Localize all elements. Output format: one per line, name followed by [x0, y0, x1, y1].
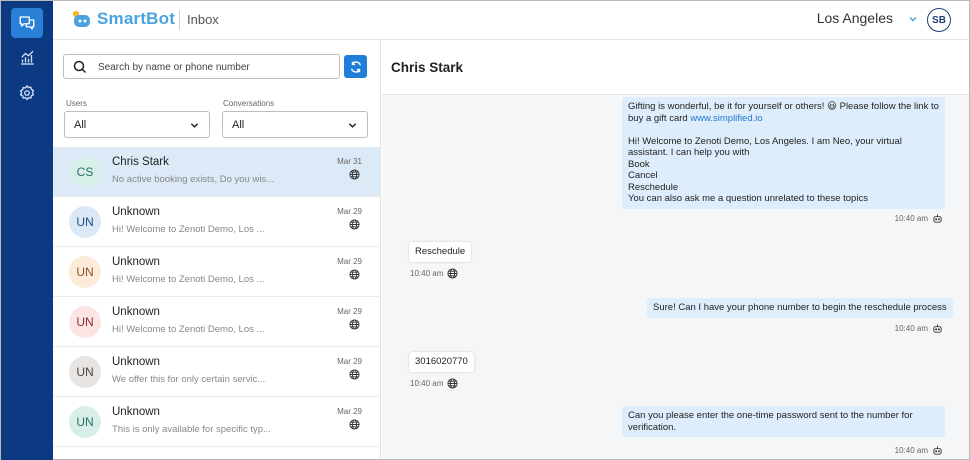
message-meta: 10:40 am — [895, 323, 943, 334]
globe-icon — [447, 378, 458, 389]
contact-avatar: UN — [69, 306, 101, 338]
conversation-date: Mar 29 — [337, 307, 362, 316]
divider — [179, 10, 180, 30]
nav-rail — [1, 1, 53, 460]
conversation-item[interactable]: UN Unknown We offer this for only certain … — [53, 347, 380, 397]
chevron-down-icon — [348, 123, 357, 128]
search-input[interactable] — [98, 58, 333, 76]
message-meta: 10:40 am — [895, 445, 943, 456]
bot-icon — [933, 446, 942, 455]
nav-settings-button[interactable] — [11, 78, 43, 108]
users-filter-select[interactable]: All — [64, 111, 210, 138]
globe-icon — [349, 419, 360, 430]
message-preview: Hi! Welcome to Zenoti Demo, Los ... — [112, 274, 265, 285]
message-text: Gifting is wonderful, be it for yourself… — [628, 101, 939, 124]
contact-name: Unknown — [112, 356, 160, 368]
chat-header: Chris Stark — [382, 40, 969, 95]
message-bot: Sure! Can I have your phone number to be… — [647, 298, 953, 318]
contact-avatar: UN — [69, 206, 101, 238]
chat-bubbles-icon — [19, 16, 35, 30]
users-filter-value: All — [74, 119, 87, 131]
conversation-item[interactable]: UN Unknown Hi! Welcome to Zenoti Demo, Los… — [53, 297, 380, 347]
conversations-filter-select[interactable]: All — [222, 111, 368, 138]
globe-icon — [349, 319, 360, 330]
conversation-date: Mar 29 — [337, 407, 362, 416]
message-meta: 10:40 am — [410, 268, 458, 279]
conversation-panel: Users All Conversations All CS Chris Star… — [53, 40, 381, 459]
conversation-date: Mar 29 — [337, 357, 362, 366]
conversation-item[interactable]: UN Unknown Hi! Welcome to Zenoti Demo, Los… — [53, 247, 380, 297]
message-time: 10:40 am — [410, 379, 444, 388]
conversation-item[interactable]: UN Unknown Hi! Welcome to Zenoti Demo, Los… — [53, 197, 380, 247]
message-text: Hi! Welcome to Zenoti Demo, Los Angeles.… — [628, 135, 902, 204]
nav-analytics-button[interactable] — [11, 43, 43, 73]
contact-name: Unknown — [112, 206, 160, 218]
search-box — [63, 54, 340, 79]
chevron-down-icon[interactable] — [907, 13, 919, 25]
message-time: 10:40 am — [894, 324, 928, 333]
message-preview: Hi! Welcome to Zenoti Demo, Los ... — [112, 324, 265, 335]
conversation-item[interactable]: UN Unknown This is only available for spec… — [53, 397, 380, 447]
message-bot: Gifting is wonderful, be it for yourself… — [622, 97, 945, 209]
conversation-item[interactable]: CS Chris Stark No active booking exists, D… — [53, 147, 380, 197]
message-text: Sure! Can I have your phone number to be… — [653, 302, 947, 313]
message-preview: This is only available for specific typ.… — [112, 424, 271, 435]
search-icon — [73, 60, 87, 74]
chat-panel: Chris Stark Gifting is wonderful, be it … — [382, 40, 969, 459]
contact-avatar: UN — [69, 406, 101, 438]
conversations-filter-label: Conversations — [223, 99, 275, 108]
gear-icon — [19, 84, 35, 101]
message-preview: No active booking exists, Do you wis... — [112, 174, 275, 185]
location-selector[interactable]: Los Angeles — [817, 10, 893, 26]
message-text: 3016020770 — [415, 356, 468, 367]
message-time: 10:40 am — [410, 269, 444, 278]
top-bar: SmartBot Inbox Los Angeles SB — [53, 1, 969, 40]
message-user: 3016020770 — [409, 352, 474, 372]
message-meta: 10:40 am — [895, 213, 943, 224]
message-meta: 10:40 am — [410, 378, 458, 389]
gift-card-link[interactable]: www.simplified.io — [690, 113, 762, 124]
contact-name: Unknown — [112, 406, 160, 418]
user-avatar[interactable]: SB — [927, 8, 951, 32]
analytics-chart-icon — [21, 50, 34, 65]
brand-logo[interactable]: SmartBot — [71, 9, 175, 29]
conversations-filter-value: All — [232, 119, 245, 131]
conversation-date: Mar 29 — [337, 257, 362, 266]
contact-name: Unknown — [112, 306, 160, 318]
refresh-icon — [350, 60, 361, 73]
contact-avatar: CS — [69, 156, 101, 188]
message-user: Reschedule — [409, 242, 472, 262]
message-preview: We offer this for only certain servic... — [112, 374, 266, 385]
nav-inbox-button[interactable] — [11, 8, 43, 38]
conversation-date: Mar 29 — [337, 207, 362, 216]
users-filter-label: Users — [66, 99, 87, 108]
refresh-button[interactable] — [344, 55, 367, 78]
brand-name: SmartBot — [97, 9, 176, 28]
conversation-date: Mar 31 — [337, 157, 362, 166]
message-time: 10:40 am — [894, 214, 928, 223]
globe-icon — [349, 269, 360, 280]
contact-avatar: UN — [69, 356, 101, 388]
message-text: Can you please enter the one-time passwo… — [628, 410, 913, 433]
contact-name: Chris Stark — [112, 156, 169, 168]
bot-icon — [933, 214, 942, 223]
contact-name: Unknown — [112, 256, 160, 268]
contact-avatar: UN — [69, 256, 101, 288]
chevron-down-icon — [190, 123, 199, 128]
message-preview: Hi! Welcome to Zenoti Demo, Los ... — [112, 224, 265, 235]
conversation-list: CS Chris Stark No active booking exists, D… — [53, 147, 380, 447]
bot-face-icon — [72, 10, 90, 27]
message-text: Reschedule — [415, 246, 466, 257]
bot-icon — [933, 324, 942, 333]
globe-icon — [349, 169, 360, 180]
globe-icon — [349, 369, 360, 380]
page-title: Inbox — [187, 12, 219, 27]
chat-contact-name: Chris Stark — [391, 60, 464, 75]
message-bot: Can you please enter the one-time passwo… — [622, 406, 945, 437]
globe-icon — [447, 268, 458, 279]
message-time: 10:40 am — [894, 446, 928, 455]
globe-icon — [349, 219, 360, 230]
